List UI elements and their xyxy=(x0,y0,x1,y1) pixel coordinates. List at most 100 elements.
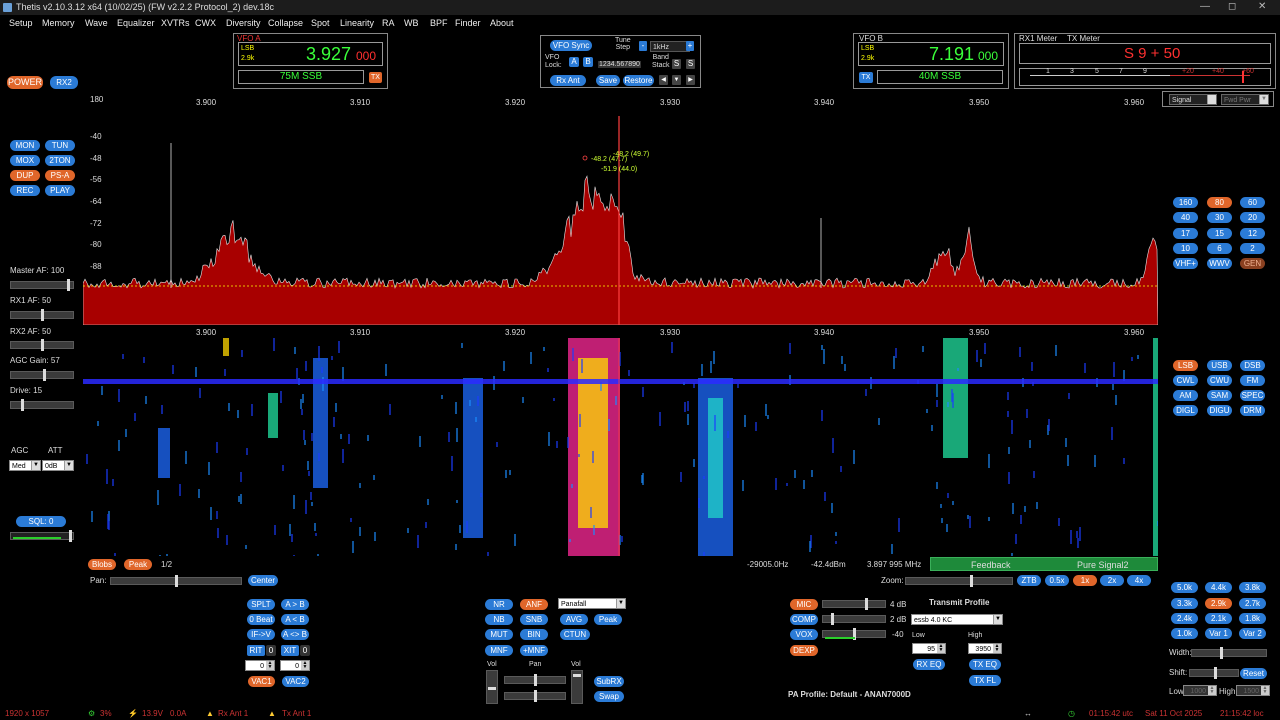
menu-xvtrs[interactable]: XVTRs xyxy=(161,18,190,28)
width-slider[interactable] xyxy=(1191,647,1267,659)
filter-27k-button[interactable]: 2.7k xyxy=(1239,598,1266,609)
tx-fl-button[interactable]: TX FL xyxy=(969,675,1001,686)
mox-button[interactable]: MOX xyxy=(10,155,40,166)
split-button[interactable]: SPLT xyxy=(247,599,275,610)
close-icon[interactable]: ✕ xyxy=(1258,1,1266,12)
menu-wb[interactable]: WB xyxy=(404,18,419,28)
filter-5k-button[interactable]: 5.0k xyxy=(1171,582,1198,593)
tune-step-select[interactable]: 1kHz xyxy=(650,41,690,52)
band-down-icon[interactable]: ▼ xyxy=(672,75,681,85)
menu-wave[interactable]: Wave xyxy=(85,18,108,28)
play-button[interactable]: PLAY xyxy=(45,185,75,196)
filter-29k-button[interactable]: 2.9k xyxy=(1205,598,1232,609)
sub-pan-slider-2[interactable] xyxy=(504,690,566,702)
menu-spot[interactable]: Spot xyxy=(311,18,330,28)
rx-ant-button[interactable]: Rx Ant xyxy=(550,75,586,86)
transmit-profile-select[interactable]: essb 4.0 KC ▼ xyxy=(911,614,1003,625)
menu-diversity[interactable]: Diversity xyxy=(226,18,261,28)
filter-var1-button[interactable]: Var 1 xyxy=(1205,628,1232,639)
sql-slider[interactable] xyxy=(10,530,74,542)
mon-button[interactable]: MON xyxy=(10,140,40,151)
filter-33k-button[interactable]: 3.3k xyxy=(1171,598,1198,609)
tune-step-down-button[interactable]: - xyxy=(639,41,647,51)
menu-ra[interactable]: RA xyxy=(382,18,395,28)
ctun-button[interactable]: CTUN xyxy=(560,629,590,640)
band-80-button[interactable]: 80 xyxy=(1207,197,1232,208)
band-stack-s2-button[interactable]: S xyxy=(686,59,695,69)
att-select[interactable]: 0dB ▼ xyxy=(42,460,74,471)
mut-button[interactable]: MUT xyxy=(485,629,513,640)
vox-slider[interactable] xyxy=(822,628,886,640)
rx2-button[interactable]: RX2 xyxy=(50,76,78,89)
mode-usb-button[interactable]: USB xyxy=(1207,360,1232,371)
drive-slider[interactable] xyxy=(10,399,74,411)
minimize-icon[interactable]: — xyxy=(1200,1,1210,12)
band-15-button[interactable]: 15 xyxy=(1207,228,1232,239)
vfo-b-band[interactable]: 40M SSB xyxy=(877,70,1003,84)
tx-meter-select[interactable]: Fwd Pwr ▼ xyxy=(1221,94,1269,105)
agc-gain-slider[interactable] xyxy=(10,369,74,381)
filter-18k-button[interactable]: 1.8k xyxy=(1239,613,1266,624)
vfo-a-tx-button[interactable]: TX xyxy=(369,72,382,83)
dexp-button[interactable]: DEXP xyxy=(790,645,818,656)
sub-pan-slider-1[interactable] xyxy=(504,674,566,686)
mic-slider[interactable] xyxy=(822,598,886,610)
blobs-button[interactable]: Blobs xyxy=(88,559,116,570)
ps-a-button[interactable]: PS-A xyxy=(45,170,75,181)
plus-mnf-button[interactable]: +MNF xyxy=(520,645,548,656)
band-40-button[interactable]: 40 xyxy=(1173,212,1198,223)
vfo-sync-button[interactable]: VFO Sync xyxy=(550,40,592,51)
rx-meter-select[interactable]: Signal ▼ xyxy=(1169,94,1217,105)
filter-38k-button[interactable]: 3.8k xyxy=(1239,582,1266,593)
band-next-icon[interactable]: ▶ xyxy=(686,75,695,85)
anf-button[interactable]: ANF xyxy=(520,599,548,610)
peak-button[interactable]: Peak xyxy=(124,559,152,570)
shift-slider[interactable] xyxy=(1189,667,1239,679)
dup-button[interactable]: DUP xyxy=(10,170,40,181)
band-10-button[interactable]: 10 xyxy=(1173,243,1198,254)
band-stack-s1-button[interactable]: S xyxy=(672,59,681,69)
filter-44k-button[interactable]: 4.4k xyxy=(1205,582,1232,593)
zoom-slider[interactable] xyxy=(905,575,1013,587)
restore-button[interactable]: Restore xyxy=(623,75,654,86)
mode-cwl-button[interactable]: CWL xyxy=(1173,375,1198,386)
menu-collapse[interactable]: Collapse xyxy=(268,18,303,28)
tx-eq-button[interactable]: TX EQ xyxy=(969,659,1001,670)
mode-lsb-button[interactable]: LSB xyxy=(1173,360,1198,371)
filter-21k-button[interactable]: 2.1k xyxy=(1205,613,1232,624)
bin-button[interactable]: BIN xyxy=(520,629,548,640)
save-button[interactable]: Save xyxy=(596,75,620,86)
vac2-button[interactable]: VAC2 xyxy=(282,676,309,687)
a-swap-b-button[interactable]: A <> B xyxy=(281,629,309,640)
zoom-4x-button[interactable]: 4x xyxy=(1127,575,1151,586)
swap-button[interactable]: Swap xyxy=(594,691,624,702)
menu-bpf[interactable]: BPF xyxy=(430,18,448,28)
band-17-button[interactable]: 17 xyxy=(1173,228,1198,239)
zero-beat-button[interactable]: 0 Beat xyxy=(247,614,275,625)
vol2-vertical-slider[interactable] xyxy=(571,670,583,704)
sql-button[interactable]: SQL: 0 xyxy=(16,516,66,527)
waterfall-display[interactable] xyxy=(83,338,1158,556)
rit-button[interactable]: RIT xyxy=(247,645,265,656)
subrx-button[interactable]: SubRX xyxy=(594,676,624,687)
rx1-af-slider[interactable] xyxy=(10,309,74,321)
lock-a-button[interactable]: A xyxy=(569,57,579,67)
filter-low-input[interactable]: 1000 ▲ ▼ xyxy=(1183,685,1217,696)
mode-cwu-button[interactable]: CWU xyxy=(1207,375,1232,386)
band-60-button[interactable]: 60 xyxy=(1240,197,1265,208)
mnf-button[interactable]: MNF xyxy=(485,645,513,656)
band-20-button[interactable]: 20 xyxy=(1240,212,1265,223)
nr-button[interactable]: NR xyxy=(485,599,513,610)
ztb-button[interactable]: ZTB xyxy=(1017,575,1041,586)
mode-digu-button[interactable]: DIGU xyxy=(1207,405,1232,416)
master-af-slider[interactable] xyxy=(10,279,74,291)
tx-high-input[interactable]: 3950 ▲ ▼ xyxy=(968,643,1002,654)
band-12-button[interactable]: 12 xyxy=(1240,228,1265,239)
filter-var2-button[interactable]: Var 2 xyxy=(1239,628,1266,639)
power-button[interactable]: POWER xyxy=(7,76,43,89)
snb-button[interactable]: SNB xyxy=(520,614,548,625)
xit-input[interactable]: 0 ▲ ▼ xyxy=(280,660,310,671)
menu-cwx[interactable]: CWX xyxy=(195,18,216,28)
restore-icon[interactable]: ◻ xyxy=(1228,1,1236,12)
band-6-button[interactable]: 6 xyxy=(1207,243,1232,254)
